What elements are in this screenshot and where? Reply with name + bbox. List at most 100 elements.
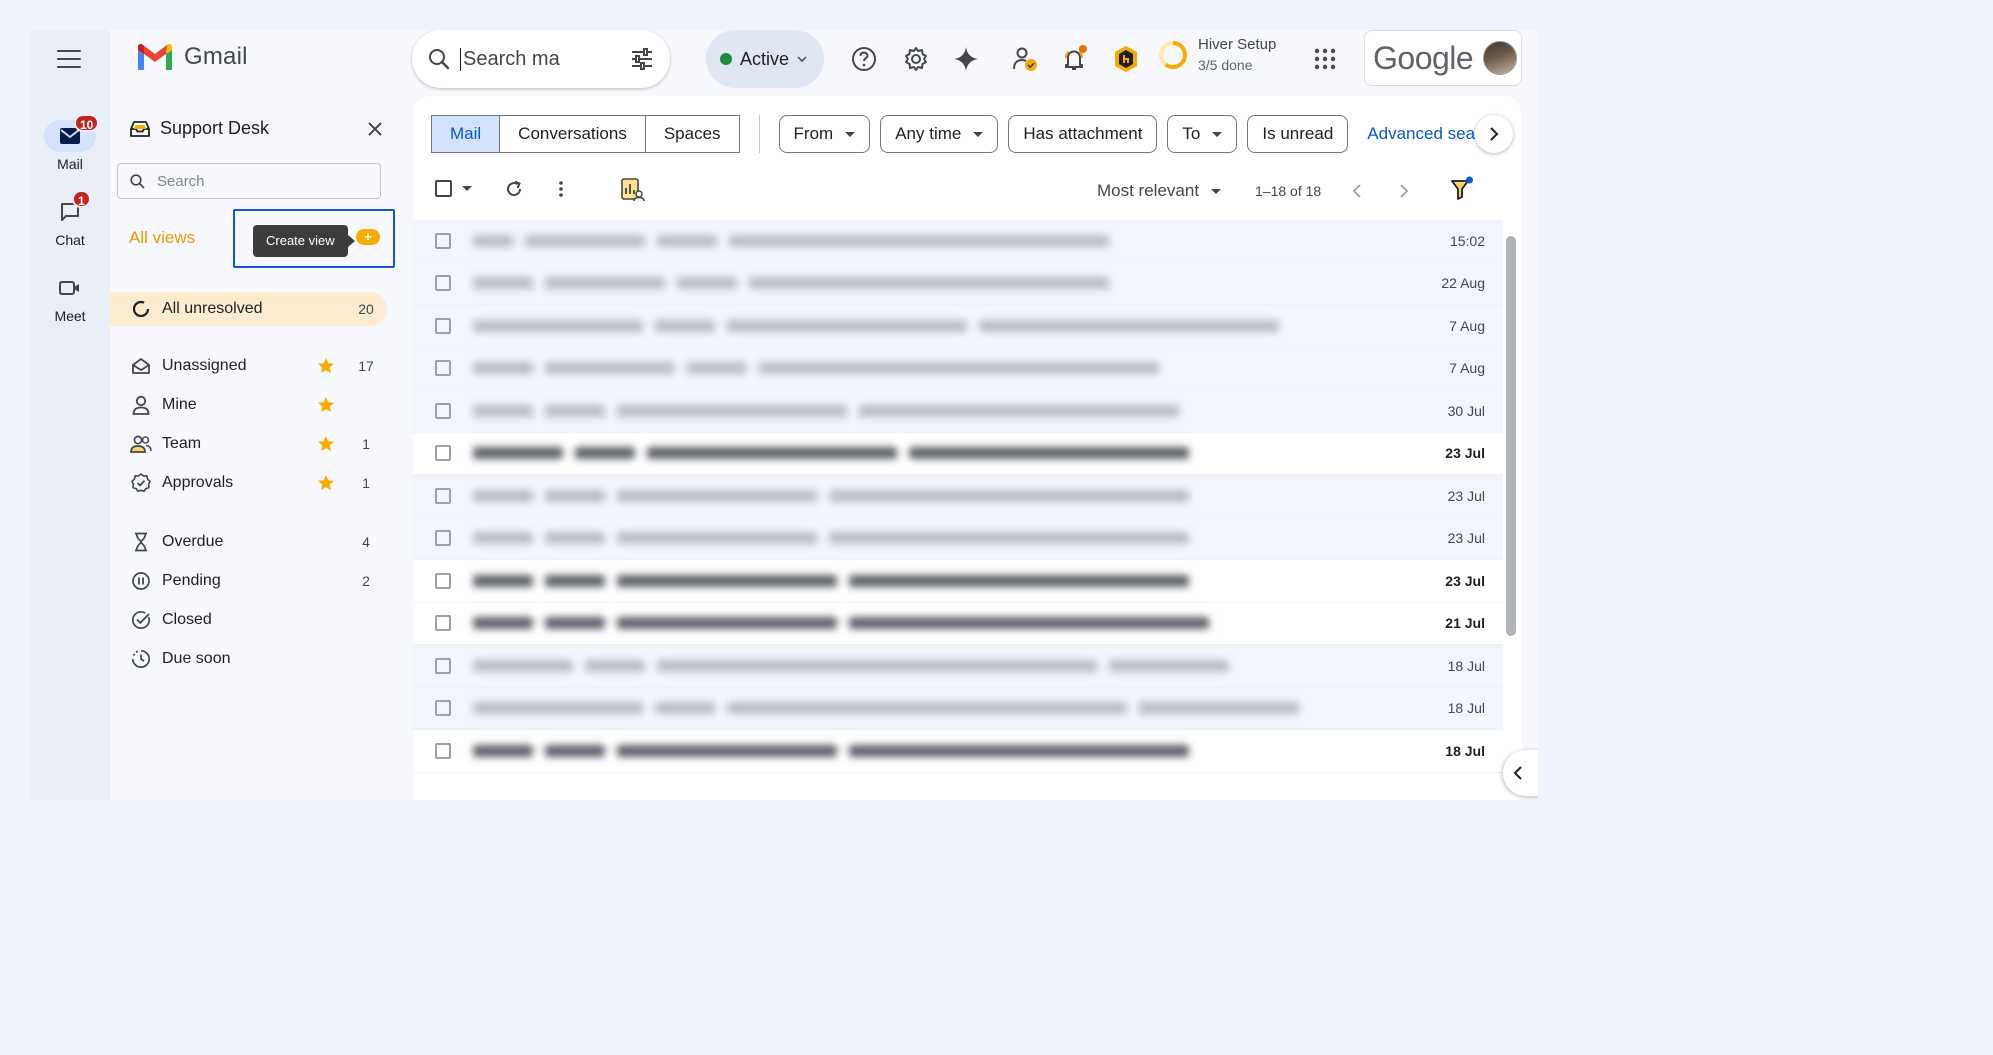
mail-list-area: Mail Conversations Spaces From Any time … bbox=[413, 96, 1521, 800]
next-page-icon[interactable] bbox=[1400, 184, 1408, 198]
gmail-window: 10 Mail 1 Chat Meet Gmail Search ma Acti… bbox=[30, 30, 1538, 800]
email-row[interactable]: 18 Jul bbox=[413, 687, 1503, 730]
email-row-blurred-content bbox=[473, 573, 1393, 589]
help-icon[interactable] bbox=[849, 44, 879, 74]
email-row[interactable]: 30 Jul bbox=[413, 390, 1503, 433]
clock-icon bbox=[130, 649, 152, 669]
refresh-icon[interactable] bbox=[505, 180, 523, 198]
tab-mail[interactable]: Mail bbox=[432, 116, 501, 152]
gemini-sparkle-icon[interactable] bbox=[951, 44, 981, 74]
email-row-checkbox[interactable] bbox=[435, 360, 451, 377]
star-icon[interactable] bbox=[317, 396, 335, 419]
view-due-soon[interactable]: Due soon bbox=[110, 642, 387, 676]
view-mine[interactable]: Mine bbox=[110, 388, 387, 422]
email-row-date: 23 Jul bbox=[1445, 572, 1485, 589]
sort-label: Most relevant bbox=[1097, 181, 1200, 200]
rail-item-meet[interactable]: Meet bbox=[30, 272, 110, 324]
email-row-checkbox[interactable] bbox=[435, 700, 451, 717]
user-check-icon[interactable] bbox=[1010, 44, 1040, 74]
view-overdue[interactable]: Overdue 4 bbox=[110, 525, 387, 559]
chips-scroll-right-button[interactable] bbox=[1475, 115, 1513, 153]
mail-list-scrollbar[interactable] bbox=[1506, 236, 1516, 636]
email-row-checkbox[interactable] bbox=[435, 487, 451, 504]
status-dropdown[interactable]: Active bbox=[706, 30, 824, 88]
filter-is-unread-chip[interactable]: Is unread bbox=[1247, 115, 1349, 153]
view-all-unresolved[interactable]: All unresolved 20 bbox=[110, 292, 387, 326]
rail-item-mail[interactable]: 10 Mail bbox=[30, 114, 110, 172]
email-row-checkbox[interactable] bbox=[435, 572, 451, 589]
view-label: Overdue bbox=[162, 533, 224, 550]
filter-has-attachment-chip[interactable]: Has attachment bbox=[1008, 115, 1158, 153]
chevron-left-icon bbox=[1513, 766, 1522, 780]
view-team[interactable]: Team 1 bbox=[110, 427, 387, 461]
view-count: 17 bbox=[358, 358, 374, 374]
view-label: Pending bbox=[162, 572, 221, 589]
search-options-icon[interactable] bbox=[630, 48, 654, 70]
search-icon[interactable] bbox=[428, 48, 450, 70]
google-account-button[interactable]: Google bbox=[1364, 30, 1522, 86]
more-options-icon[interactable] bbox=[558, 180, 564, 198]
email-row-checkbox[interactable] bbox=[435, 317, 451, 334]
filter-any-time-chip[interactable]: Any time bbox=[880, 115, 999, 153]
star-icon[interactable] bbox=[317, 357, 335, 380]
hiver-extension-icon[interactable] bbox=[1111, 44, 1141, 74]
settings-gear-icon[interactable] bbox=[901, 44, 931, 74]
hiver-analytics-icon[interactable] bbox=[621, 178, 645, 202]
sort-dropdown[interactable]: Most relevant bbox=[1097, 181, 1222, 201]
email-row[interactable]: 23 Jul bbox=[413, 560, 1503, 603]
view-closed[interactable]: Closed bbox=[110, 603, 387, 637]
email-row-checkbox[interactable] bbox=[435, 530, 451, 547]
chip-label: Is unread bbox=[1262, 124, 1334, 143]
email-row-checkbox[interactable] bbox=[435, 742, 451, 759]
main-menu-button[interactable] bbox=[56, 48, 82, 70]
email-row-checkbox[interactable] bbox=[435, 402, 451, 419]
email-row[interactable]: 21 Jul bbox=[413, 603, 1503, 645]
star-icon[interactable] bbox=[317, 474, 335, 497]
star-icon[interactable] bbox=[317, 435, 335, 458]
tab-conversations[interactable]: Conversations bbox=[500, 116, 646, 152]
view-label: Team bbox=[162, 435, 202, 452]
select-all-checkbox[interactable] bbox=[435, 180, 452, 197]
chip-label: Any time bbox=[895, 124, 962, 143]
view-approvals[interactable]: Approvals 1 bbox=[110, 466, 387, 500]
tab-spaces[interactable]: Spaces bbox=[646, 116, 739, 152]
inbox-icon bbox=[130, 357, 152, 375]
all-views-heading: All views bbox=[129, 228, 196, 247]
email-row[interactable]: 23 Jul bbox=[413, 475, 1503, 518]
view-count: 2 bbox=[362, 573, 370, 589]
views-search-input[interactable] bbox=[157, 172, 367, 190]
email-row-checkbox[interactable] bbox=[435, 657, 451, 674]
email-row-date: 21 Jul bbox=[1445, 615, 1485, 632]
email-row[interactable]: 18 Jul bbox=[413, 645, 1503, 688]
views-search-field bbox=[117, 163, 381, 199]
apps-grid-icon[interactable] bbox=[1310, 44, 1340, 74]
hiver-setup-progress[interactable]: Hiver Setup 3/5 done bbox=[1158, 36, 1276, 73]
previous-page-icon[interactable] bbox=[1353, 184, 1361, 198]
select-all-dropdown[interactable] bbox=[435, 180, 472, 197]
filter-to-chip[interactable]: To bbox=[1167, 115, 1238, 153]
email-row[interactable]: 7 Aug bbox=[413, 305, 1503, 348]
email-row[interactable]: 7 Aug bbox=[413, 347, 1503, 390]
gmail-logo[interactable]: Gmail bbox=[136, 42, 248, 72]
mail-search-input[interactable] bbox=[460, 47, 610, 71]
create-view-button[interactable]: + bbox=[356, 229, 380, 245]
email-row-checkbox[interactable] bbox=[435, 232, 451, 249]
email-row[interactable]: 18 Jul bbox=[413, 730, 1503, 773]
email-row-checkbox[interactable] bbox=[435, 445, 451, 462]
notifications-bell-icon[interactable] bbox=[1060, 44, 1090, 74]
email-row-checkbox[interactable] bbox=[435, 275, 451, 292]
email-row-checkbox[interactable] bbox=[435, 615, 451, 632]
email-row[interactable]: 15:02 bbox=[413, 220, 1503, 263]
close-panel-button[interactable] bbox=[368, 122, 382, 141]
view-unassigned[interactable]: Unassigned 17 bbox=[110, 349, 387, 383]
filter-from-chip[interactable]: From bbox=[778, 115, 871, 153]
view-label: Approvals bbox=[162, 474, 234, 491]
view-pending[interactable]: Pending 2 bbox=[110, 564, 387, 598]
rail-item-chat[interactable]: 1 Chat bbox=[30, 190, 110, 248]
filter-funnel-icon[interactable] bbox=[1450, 176, 1474, 202]
team-icon bbox=[130, 435, 152, 453]
email-row[interactable]: 23 Jul bbox=[413, 433, 1503, 475]
email-row[interactable]: 22 Aug bbox=[413, 262, 1503, 305]
chip-label: From bbox=[793, 124, 834, 143]
email-row[interactable]: 23 Jul bbox=[413, 517, 1503, 560]
